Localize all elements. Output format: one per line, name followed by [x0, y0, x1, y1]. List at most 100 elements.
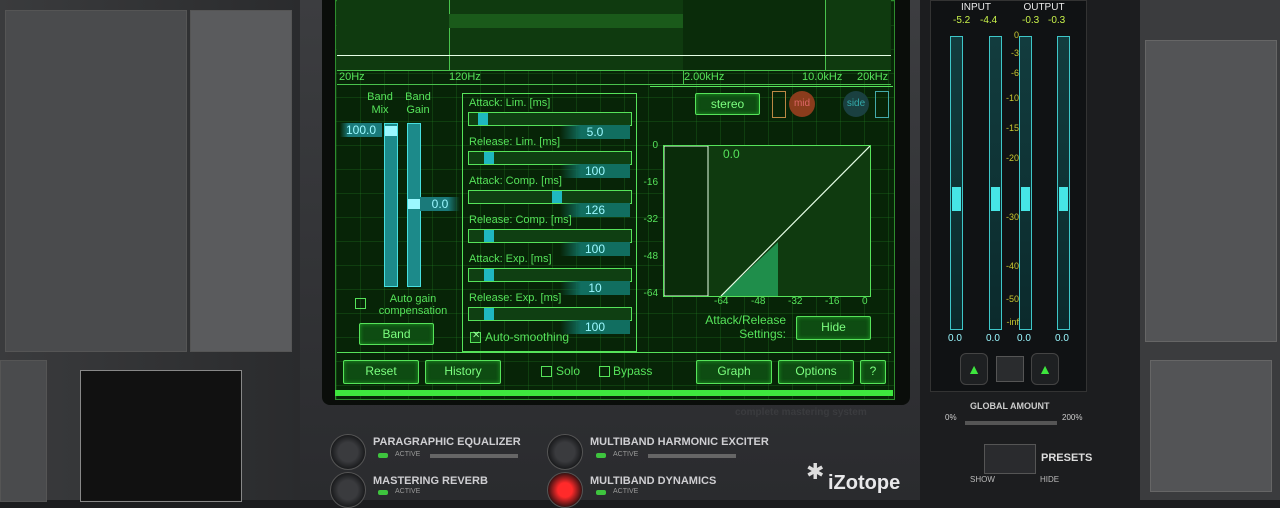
- module-power-button[interactable]: [547, 472, 583, 508]
- tagline: complete mastering system: [735, 407, 867, 418]
- timing-label: Release: Exp. [ms]: [469, 292, 562, 304]
- presets-hide[interactable]: HIDE: [1040, 475, 1059, 484]
- timing-slider[interactable]: [468, 268, 632, 282]
- band-gain-thumb[interactable]: [408, 199, 420, 209]
- link-icon[interactable]: [875, 91, 889, 118]
- meter-bar: [950, 36, 963, 330]
- brand-logo: iZotope: [828, 472, 901, 494]
- auto-smoothing-checkbox[interactable]: ✕: [470, 330, 481, 343]
- meter-bottom-value: 0.0: [1055, 333, 1069, 344]
- module-status: ACTIVE: [395, 451, 421, 458]
- timing-slider[interactable]: [468, 307, 632, 321]
- timing-label: Attack: Exp. [ms]: [469, 253, 552, 265]
- meter-bar: [1019, 36, 1032, 330]
- solo-checkbox[interactable]: [541, 366, 552, 377]
- band-crossover-display[interactable]: [337, 0, 891, 84]
- background-desktop-right: [1140, 0, 1280, 500]
- bypass-label: Bypass: [613, 364, 653, 378]
- module-amount-slider[interactable]: [430, 454, 518, 458]
- band-button[interactable]: Band: [359, 323, 434, 345]
- input-label: INPUT: [961, 2, 991, 13]
- module-amount-slider[interactable]: [648, 454, 736, 458]
- y-tick-label: -48: [643, 251, 658, 262]
- history-button[interactable]: History: [425, 360, 501, 384]
- input-left-peak: -5.2: [953, 15, 971, 26]
- timing-slider-thumb[interactable]: [484, 230, 494, 242]
- timing-slider-thumb[interactable]: [478, 113, 488, 125]
- module-power-button[interactable]: [330, 434, 366, 470]
- timing-slider-thumb[interactable]: [484, 152, 494, 164]
- auto-gain-checkbox[interactable]: [355, 298, 366, 309]
- meter-peak: [1021, 187, 1030, 211]
- link-icon[interactable]: [772, 91, 786, 118]
- timing-value: 10: [560, 281, 630, 295]
- graph-button[interactable]: Graph: [696, 360, 772, 384]
- timing-slider-thumb[interactable]: [484, 269, 494, 281]
- presets-show[interactable]: SHOW: [970, 475, 995, 484]
- module-name: MULTIBAND DYNAMICS: [590, 475, 717, 487]
- attack-release-settings-label: Attack/Release Settings:: [705, 313, 786, 341]
- timing-slider[interactable]: [468, 190, 632, 204]
- x-tick-label: -32: [788, 296, 803, 307]
- status-bar: [335, 390, 893, 396]
- auto-smoothing-label: Auto-smoothing: [485, 330, 570, 344]
- module-status: ACTIVE: [395, 488, 421, 495]
- timing-slider[interactable]: [468, 151, 632, 165]
- meter-scale-label: -inf: [1006, 317, 1019, 327]
- graph-value: 0.0: [723, 147, 740, 161]
- active-led: [378, 453, 388, 458]
- freq-label: 20Hz: [339, 71, 365, 83]
- global-amount-slider[interactable]: [965, 421, 1057, 425]
- hide-button[interactable]: Hide: [796, 316, 871, 340]
- timing-slider-thumb[interactable]: [552, 191, 562, 203]
- band-gain-value: 0.0: [420, 197, 460, 211]
- module-name: PARAGRAPHIC EQUALIZER: [373, 436, 521, 448]
- global-amount-min: 0%: [945, 413, 957, 422]
- module-status: ACTIVE: [613, 488, 639, 495]
- band-mix-slider[interactable]: [384, 123, 398, 287]
- global-amount-max: 200%: [1062, 413, 1083, 422]
- timing-slider[interactable]: [468, 112, 632, 126]
- output-link-icon[interactable]: ▲: [1031, 353, 1059, 385]
- options-button[interactable]: Options: [778, 360, 854, 384]
- meter-scale-label: -20: [1005, 153, 1019, 163]
- bottom-bar-divider: [337, 352, 891, 353]
- output-label: OUTPUT: [1023, 2, 1065, 13]
- band-gain-label: Band Gain: [405, 91, 431, 116]
- band-gain-slider[interactable]: [407, 123, 421, 287]
- x-tick-label: -16: [825, 296, 840, 307]
- x-tick-label: 0: [862, 296, 868, 307]
- meter-peak: [952, 187, 961, 211]
- band-mix-value: 100.0: [340, 123, 382, 137]
- meter-scale-label: -3: [1010, 48, 1019, 58]
- y-tick-label: -32: [643, 214, 658, 225]
- y-tick-label: 0: [652, 140, 658, 151]
- module-power-button[interactable]: [547, 434, 583, 470]
- timing-slider-thumb[interactable]: [484, 308, 494, 320]
- bypass-checkbox[interactable]: [599, 366, 610, 377]
- meter-bar: [989, 36, 1002, 330]
- check-mark-icon: ✕: [472, 330, 481, 341]
- meter-peak: [1059, 187, 1068, 211]
- meter-scale-label: -6: [1010, 68, 1019, 78]
- y-tick-label: -64: [643, 288, 658, 299]
- x-tick-label: -48: [751, 296, 766, 307]
- stereo-button[interactable]: stereo: [695, 93, 760, 115]
- presets-toggle-button[interactable]: [984, 444, 1036, 474]
- input-link-icon[interactable]: ▲: [960, 353, 988, 385]
- active-led: [596, 453, 606, 458]
- transfer-graph: [663, 145, 871, 297]
- reset-button[interactable]: Reset: [343, 360, 419, 384]
- module-name: MASTERING REVERB: [373, 475, 488, 487]
- help-button[interactable]: ?: [860, 360, 886, 384]
- timing-slider[interactable]: [468, 229, 632, 243]
- meter-options-icon[interactable]: [996, 356, 1024, 382]
- band-mix-thumb[interactable]: [385, 126, 397, 136]
- module-name: MULTIBAND HARMONIC EXCITER: [590, 436, 769, 448]
- meter-scale-label: 0: [1013, 30, 1019, 40]
- mid-button[interactable]: mid: [789, 91, 815, 117]
- izotope-logo-icon: ✱: [806, 459, 825, 484]
- module-power-button[interactable]: [330, 472, 366, 508]
- side-button[interactable]: side: [843, 91, 869, 117]
- meter-bar: [1057, 36, 1070, 330]
